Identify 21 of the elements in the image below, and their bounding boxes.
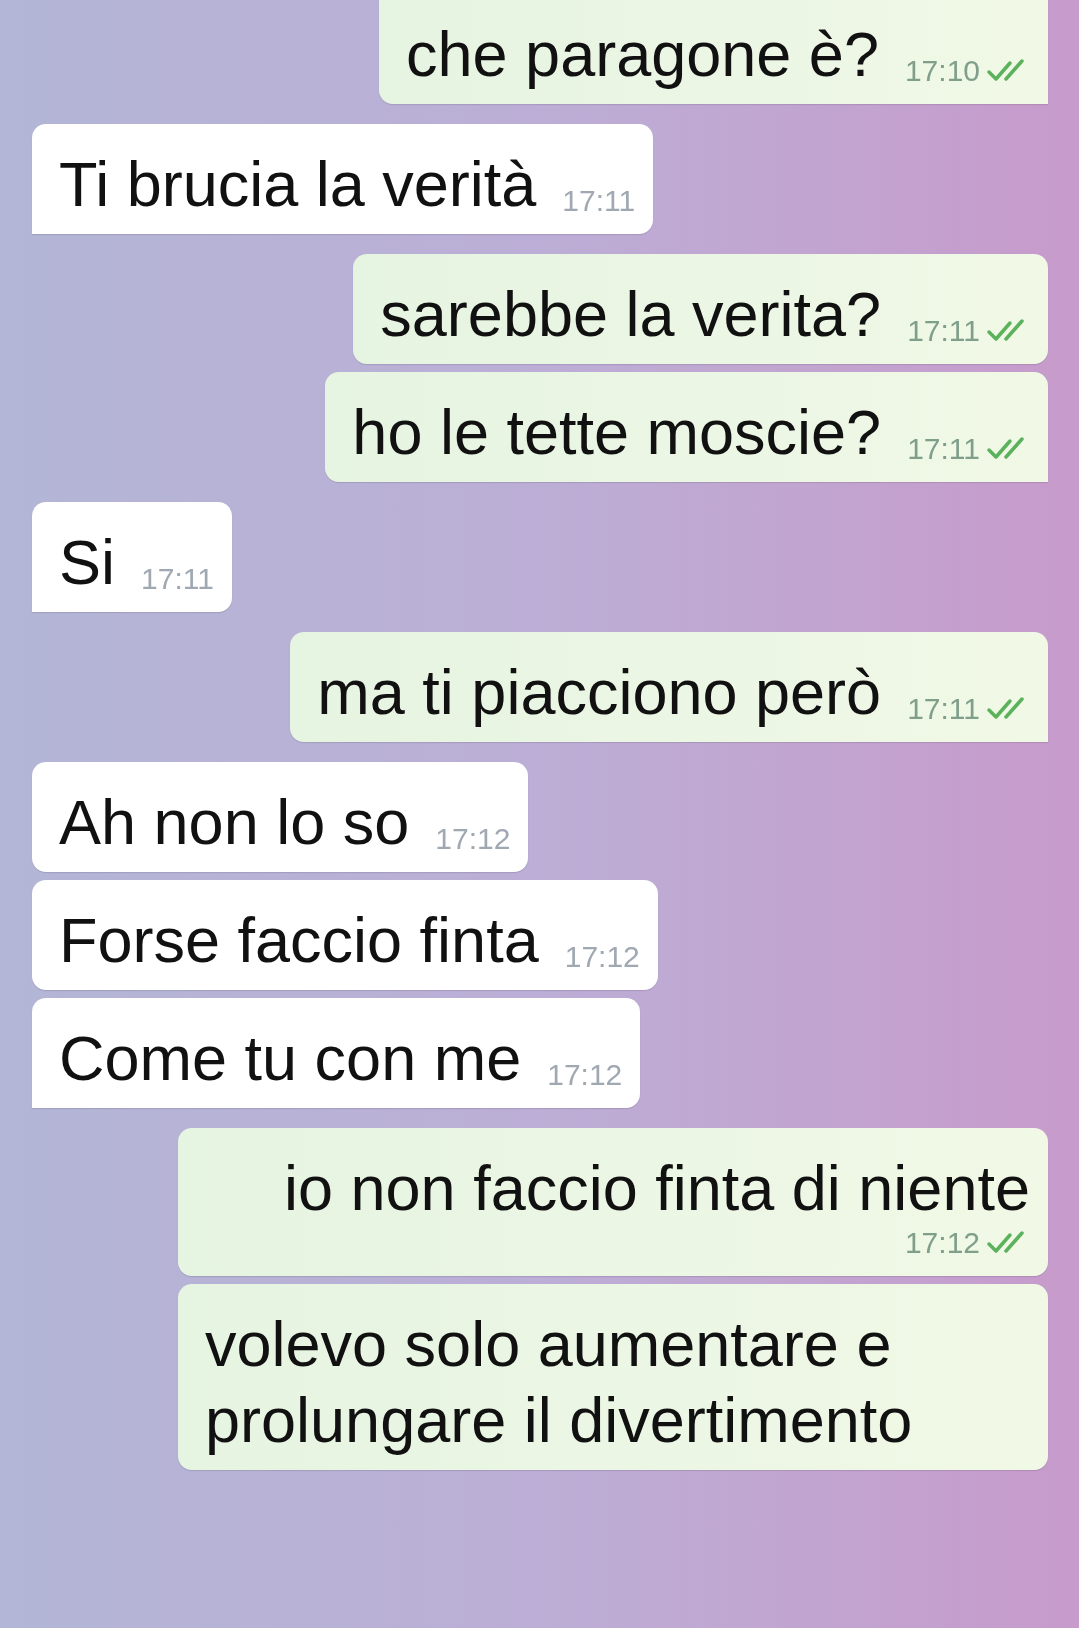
message-time: 17:12 <box>904 1226 980 1260</box>
message-text: io non faccio finta di niente <box>284 1152 1030 1225</box>
message-text: Forse faccio finta <box>59 904 539 977</box>
message-time: 17:11 <box>907 692 980 726</box>
message-time: 17:12 <box>564 940 640 974</box>
message-time: 17:11 <box>141 562 214 596</box>
message-time: 17:11 <box>907 432 980 466</box>
message-text: Ti brucia la verità <box>59 148 537 221</box>
message-text: volevo solo aumentare e prolungare il divertimento <box>205 1308 914 1457</box>
message-text: Come tu con me <box>59 1022 522 1095</box>
message-text: che paragone è? <box>406 18 879 91</box>
message-text: Si <box>59 526 116 599</box>
message-time: 17:12 <box>547 1058 623 1092</box>
message-text: ma ti piacciono però <box>317 656 882 729</box>
message-time: 17:10 <box>904 54 980 88</box>
message-time: 17:11 <box>562 184 636 218</box>
message-text: ho le tette moscie? <box>352 396 882 469</box>
message-time: 17:12 <box>435 822 511 856</box>
message-time: 17:11 <box>907 314 980 348</box>
message-text: Ah non lo so <box>59 786 410 859</box>
message-text: sarebbe la verita? <box>380 278 882 351</box>
